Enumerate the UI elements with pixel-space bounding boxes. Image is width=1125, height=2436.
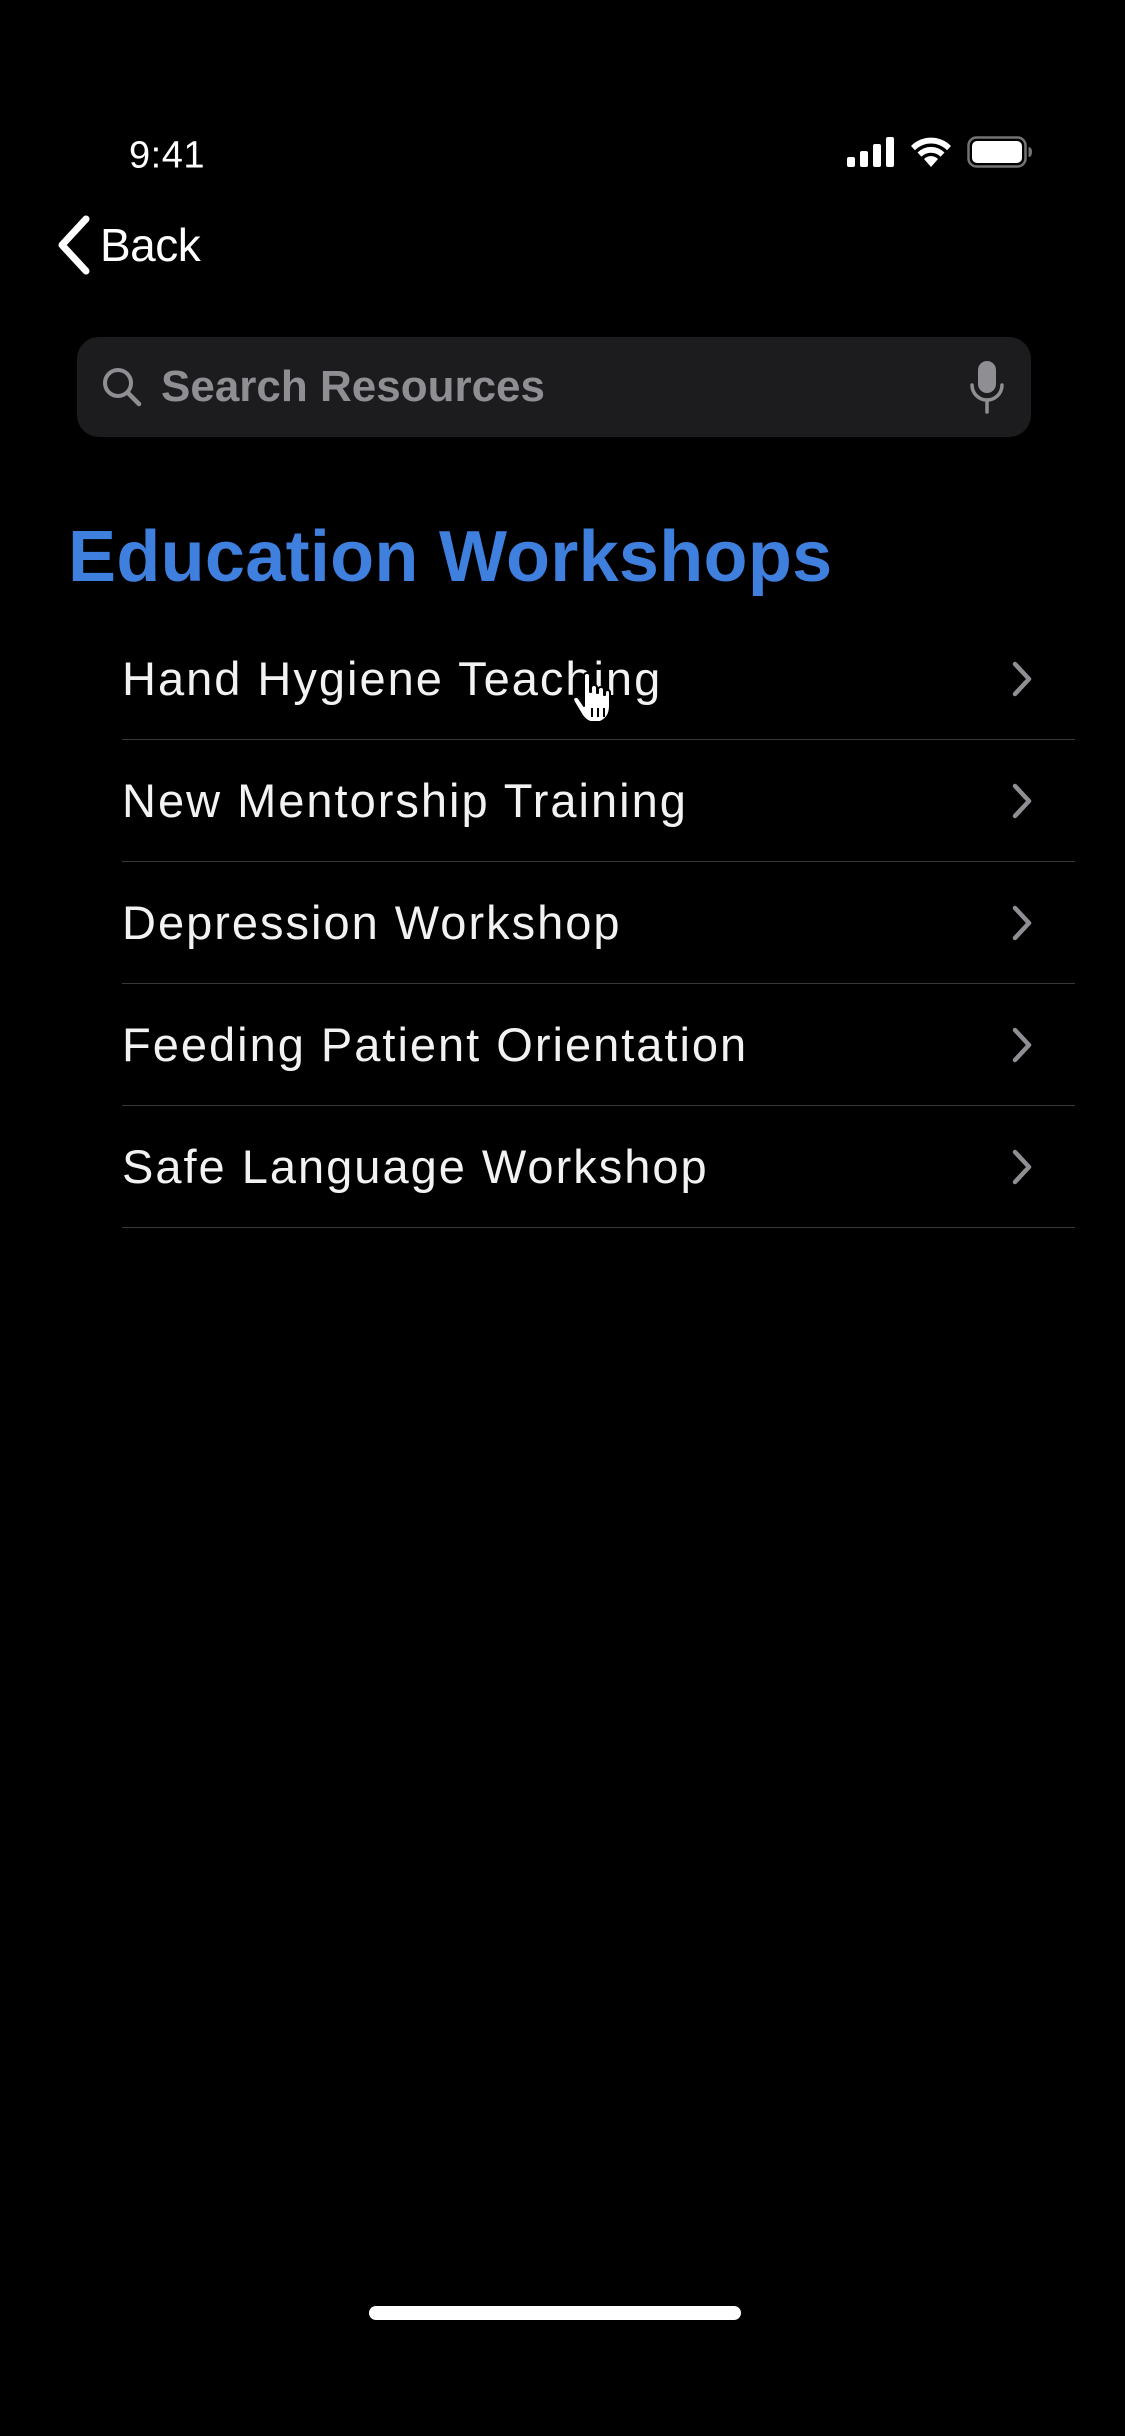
battery-icon (967, 136, 1032, 168)
status-icons (847, 132, 1033, 172)
status-time: 9:41 (129, 134, 205, 177)
search-icon (103, 368, 142, 407)
chevron-right-icon (1012, 905, 1032, 940)
list-item-label: Depression Workshop (122, 896, 622, 949)
chevron-right-icon (1012, 783, 1032, 818)
section-title: Education Workshops (68, 517, 833, 597)
chevron-right-icon (1012, 1149, 1032, 1184)
list-item-label: Feeding Patient Orientation (122, 1018, 749, 1071)
list-item-safe-language-workshop[interactable]: Safe Language Workshop (122, 1106, 1075, 1228)
search-field[interactable] (77, 337, 1031, 437)
list-item-hand-hygiene-teaching[interactable]: Hand Hygiene Teaching (122, 618, 1075, 740)
back-button[interactable]: Back (56, 210, 201, 280)
list-item-feeding-patient-orientation[interactable]: Feeding Patient Orientation (122, 984, 1075, 1106)
list-item-depression-workshop[interactable]: Depression Workshop (122, 862, 1075, 984)
status-bar: 9:41 (0, 0, 1125, 177)
chevron-right-icon (1012, 661, 1032, 696)
home-indicator[interactable] (369, 2306, 741, 2320)
chevron-right-icon (1012, 1027, 1032, 1062)
list-item-label: New Mentorship Training (122, 774, 688, 827)
wifi-icon (911, 137, 951, 167)
search-input[interactable] (143, 337, 969, 437)
microphone-icon[interactable] (969, 359, 1005, 415)
workshop-list: Hand Hygiene Teaching New Mentorship Tra… (122, 618, 1075, 1228)
list-item-label: Safe Language Workshop (122, 1140, 709, 1193)
chevron-left-icon (58, 215, 90, 275)
back-label: Back (100, 219, 201, 271)
list-item-new-mentorship-training[interactable]: New Mentorship Training (122, 740, 1075, 862)
cellular-signal-icon (847, 137, 894, 167)
list-item-label: Hand Hygiene Teaching (122, 652, 663, 705)
